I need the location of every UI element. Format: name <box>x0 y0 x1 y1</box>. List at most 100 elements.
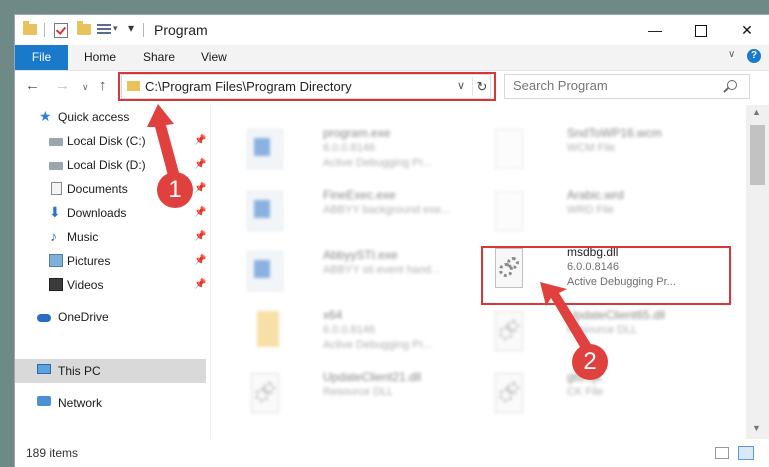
vertical-scrollbar[interactable]: ▲ ▼ <box>746 105 769 439</box>
step-2-badge: 2 <box>572 344 608 380</box>
sidebar-item-local-disk-c[interactable]: Local Disk (C:) 📌 <box>15 129 206 153</box>
drive-icon <box>49 162 63 170</box>
search-box[interactable] <box>504 74 750 99</box>
download-icon: ⬇ <box>49 204 61 220</box>
dll-gear-icon <box>251 373 279 413</box>
file-name: AbbyySTI.exe <box>323 248 398 262</box>
file-type: WCM File <box>567 142 616 154</box>
scroll-down-icon[interactable]: ▼ <box>752 423 761 433</box>
sidebar-item-this-pc[interactable]: This PC <box>15 359 206 383</box>
scroll-up-icon[interactable]: ▲ <box>752 107 761 117</box>
minimize-icon: — <box>648 22 662 38</box>
sidebar-item-label: Pictures <box>67 254 111 268</box>
file-type: CK File <box>567 386 604 398</box>
divider <box>143 23 144 37</box>
file-highlight-box <box>481 246 731 305</box>
file-description: ABBYY background exe... <box>323 204 450 216</box>
file-name: Arabic.wrd <box>567 188 624 202</box>
file-item[interactable]: UpdateClient21.dll Resource DLL <box>241 367 471 419</box>
sidebar-item-videos[interactable]: Videos 📌 <box>15 273 206 297</box>
file-list: program.exe 6.0.0.8146 Active Debugging … <box>211 105 746 439</box>
maximize-icon <box>695 25 707 38</box>
pin-icon[interactable]: 📌 <box>194 183 206 194</box>
tab-share[interactable]: Share <box>143 45 175 70</box>
pin-icon[interactable]: 📌 <box>194 159 206 170</box>
sidebar-item-pictures[interactable]: Pictures 📌 <box>15 249 206 273</box>
sidebar-item-label: Local Disk (D:) <box>67 158 146 172</box>
file-name: UpdateClient21.dll <box>323 370 422 384</box>
new-folder-icon[interactable] <box>77 21 91 35</box>
file-type: WRD File <box>567 204 615 216</box>
pin-icon[interactable]: 📌 <box>194 207 206 218</box>
address-highlight-box <box>118 72 496 101</box>
file-name: SndToWP16.wcm <box>567 126 662 140</box>
file-description: Active Debugging Pr... <box>323 157 432 169</box>
minimize-button[interactable]: — <box>632 15 678 45</box>
file-name: FineExec.exe <box>323 188 396 202</box>
search-input[interactable] <box>513 78 718 93</box>
back-arrow-icon[interactable]: ← <box>25 77 40 94</box>
exe-file-icon <box>247 129 283 169</box>
pin-icon[interactable]: 📌 <box>194 279 206 290</box>
star-icon: ★ <box>39 108 52 124</box>
close-icon: ✕ <box>741 22 753 38</box>
document-file-icon <box>495 129 523 169</box>
cloud-icon <box>37 314 51 322</box>
documents-icon <box>51 182 62 195</box>
recent-locations-icon[interactable]: ∨ <box>82 82 89 93</box>
step-1-badge: 1 <box>157 172 193 208</box>
tab-home[interactable]: Home <box>84 45 116 70</box>
document-file-icon <box>495 191 523 231</box>
sidebar-item-label: Music <box>67 230 99 244</box>
sidebar-item-network[interactable]: Network <box>15 391 206 415</box>
file-description: Resource DLL <box>567 324 638 336</box>
forward-arrow-icon[interactable]: → <box>55 77 70 94</box>
sidebar-item-label: Videos <box>67 278 104 292</box>
window-title: Program <box>154 22 208 38</box>
file-description: ABBYY sti event hand... <box>323 264 441 276</box>
pin-icon[interactable]: 📌 <box>194 231 206 242</box>
videos-icon <box>49 278 63 291</box>
sidebar-item-onedrive[interactable]: OneDrive <box>15 305 206 329</box>
properties-check-icon[interactable] <box>54 23 68 38</box>
pin-icon[interactable]: 📌 <box>194 255 206 266</box>
sidebar-item-label: Documents <box>67 182 128 196</box>
maximize-button[interactable] <box>678 15 724 45</box>
item-count: 189 items <box>26 446 79 460</box>
file-name: program.exe <box>323 126 391 140</box>
computer-icon <box>37 364 51 374</box>
file-item[interactable]: AbbyySTI.exe ABBYY sti event hand... <box>241 245 471 297</box>
search-icon[interactable] <box>727 80 737 90</box>
file-version: 6.0.0.8146 <box>323 142 375 154</box>
scrollbar-thumb[interactable] <box>750 125 765 185</box>
details-view-icon[interactable] <box>715 447 729 459</box>
drive-icon <box>49 138 63 146</box>
close-button[interactable]: ✕ <box>724 15 769 45</box>
file-item[interactable]: program.exe 6.0.0.8146 Active Debugging … <box>241 123 471 175</box>
list-properties-icon[interactable] <box>97 24 111 36</box>
chevron-down-icon[interactable]: ▾ <box>113 23 118 34</box>
navigation-pane: ★ Quick access Local Disk (C:) 📌 Local D… <box>15 105 210 439</box>
ribbon-tabs: File Home Share View ∨ ? <box>15 45 769 71</box>
network-icon <box>37 396 51 406</box>
large-icons-view-icon[interactable] <box>738 446 754 460</box>
file-item[interactable]: x64 6.0.0.8146 Active Debugging Pr... <box>241 305 471 357</box>
pin-icon[interactable]: 📌 <box>194 135 206 146</box>
sidebar-item-label: This PC <box>58 364 101 378</box>
help-icon[interactable]: ? <box>747 49 761 63</box>
sidebar-item-music[interactable]: ♪ Music 📌 <box>15 225 206 249</box>
tab-view[interactable]: View <box>201 45 227 70</box>
file-item[interactable]: SndToWP16.wcm WCM File <box>485 123 715 175</box>
up-arrow-icon[interactable]: ↑ <box>99 77 107 94</box>
tab-file[interactable]: File <box>15 45 68 70</box>
sidebar-item-quick-access[interactable]: ★ Quick access <box>15 105 206 129</box>
status-bar: 189 items <box>15 439 769 467</box>
customize-toolbar-icon[interactable]: ▾ <box>128 21 134 35</box>
file-item[interactable]: FineExec.exe ABBYY background exe... <box>241 185 471 237</box>
sidebar-item-label: Downloads <box>67 206 127 220</box>
file-item[interactable]: Arabic.wrd WRD File <box>485 185 715 237</box>
title-bar: ▾ ▾ Program — ✕ <box>15 15 769 45</box>
file-version: 6.0.0.8146 <box>323 324 375 336</box>
expand-ribbon-icon[interactable]: ∨ <box>728 49 735 60</box>
divider <box>44 23 45 37</box>
